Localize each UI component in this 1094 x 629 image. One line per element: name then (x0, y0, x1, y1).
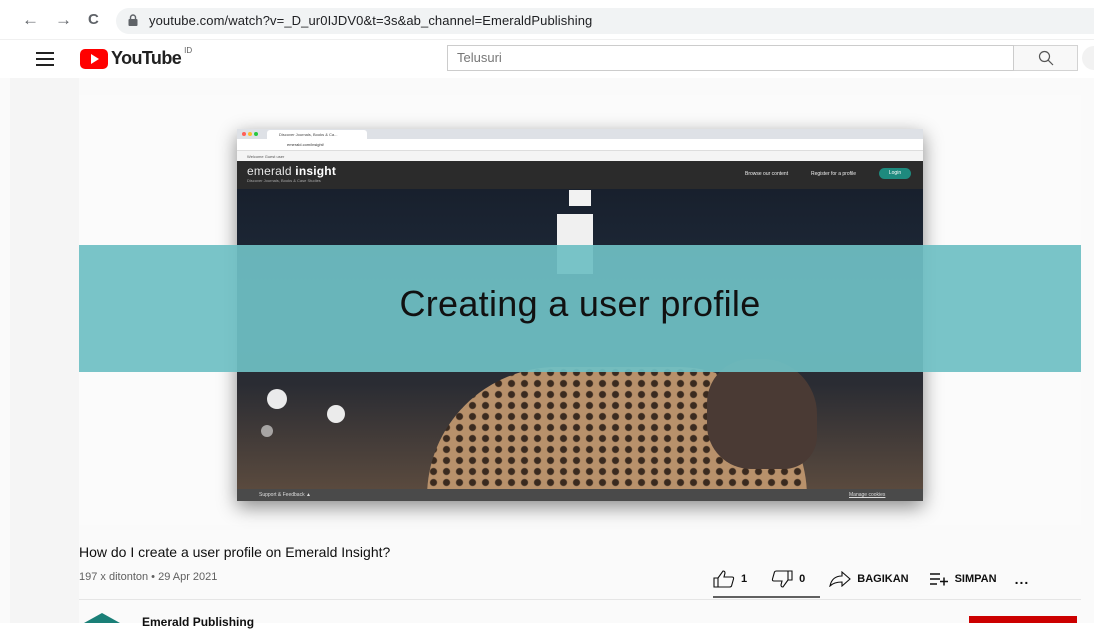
more-actions-button[interactable]: ... (1015, 571, 1030, 587)
banner-text: Creating a user profile (399, 283, 761, 324)
bokeh-light (327, 405, 345, 423)
voice-search-button[interactable] (1082, 46, 1094, 70)
lock-icon (128, 14, 138, 26)
play-logo-icon (80, 48, 108, 69)
thumbs-up-icon (713, 570, 735, 588)
inner-tab: Discover Journals, Books & Ca... (267, 130, 367, 139)
search-icon (1038, 50, 1054, 66)
dislike-button[interactable]: 0 (771, 570, 805, 588)
dislike-count: 0 (799, 573, 806, 585)
inner-support-link: Support & Feedback ▲ (259, 492, 311, 498)
share-label: BAGIKAN (857, 573, 909, 585)
section-divider (79, 599, 1081, 600)
inner-welcome-text: Welcome Guest user (237, 151, 923, 161)
youtube-header: YouTube ID Telusuri (0, 40, 1094, 78)
browser-toolbar: ← → C youtube.com/watch?v=_D_ur0IJDV0&t=… (0, 0, 1094, 40)
i-logo-dot (569, 190, 591, 206)
add-to-playlist-icon (929, 573, 948, 586)
action-bar: 1 0 BAGIKAN SIMPAN ... (713, 568, 1051, 590)
inner-site-nav: emerald insight Discover Journals, Books… (237, 161, 923, 189)
country-code: ID (184, 46, 193, 55)
channel-name[interactable]: Emerald Publishing (142, 615, 254, 629)
share-button[interactable]: BAGIKAN (829, 571, 909, 587)
inner-footer-bar: Support & Feedback ▲ Manage cookies (237, 489, 923, 501)
thumbs-down-icon (771, 570, 793, 588)
forward-arrow-icon[interactable]: → (55, 10, 72, 30)
inner-url: emerald.com/insight/ (287, 142, 324, 147)
like-ratio-bar (713, 596, 820, 598)
inner-login-button: Login (879, 168, 911, 179)
bokeh-light (261, 425, 273, 437)
reload-icon[interactable]: C (88, 10, 99, 30)
title-banner: Creating a user profile (79, 245, 1081, 372)
save-button[interactable]: SIMPAN (929, 572, 997, 586)
search-input[interactable]: Telusuri (447, 45, 1014, 71)
close-dot-icon (242, 132, 246, 136)
youtube-logo[interactable]: YouTube ID (80, 46, 193, 69)
inner-register-link: Register for a profile (811, 171, 857, 177)
bokeh-light (267, 389, 287, 409)
minimize-dot-icon (248, 132, 252, 136)
address-bar[interactable]: youtube.com/watch?v=_D_ur0IJDV0&t=3s&ab_… (116, 8, 1094, 34)
like-count: 1 (741, 573, 748, 585)
left-gutter (10, 78, 79, 623)
hood-figure (707, 359, 817, 469)
video-player[interactable]: Discover Journals, Books & Ca... emerald… (79, 95, 1081, 525)
inner-cookies-link: Manage cookies (849, 492, 886, 498)
like-button[interactable]: 1 (713, 570, 747, 588)
brand-tagline: Discover Journals, Books & Case Studies (247, 178, 321, 183)
url-text: youtube.com/watch?v=_D_ur0IJDV0&t=3s&ab_… (149, 13, 593, 28)
view-count-date: 197 x ditonton • 29 Apr 2021 (79, 571, 218, 583)
save-label: SIMPAN (954, 573, 997, 585)
logo-text: YouTube (111, 48, 182, 68)
search-button[interactable] (1014, 45, 1078, 71)
back-arrow-icon[interactable]: ← (22, 10, 39, 30)
subscribe-button[interactable] (969, 616, 1077, 623)
inner-tab-bar: Discover Journals, Books & Ca... (237, 129, 923, 139)
hamburger-menu-icon[interactable] (36, 52, 54, 66)
inner-address-bar: emerald.com/insight/ (237, 139, 923, 151)
inner-browse-link: Browse our content (745, 171, 789, 177)
video-title: How do I create a user profile on Emeral… (79, 544, 391, 560)
emerald-insight-logo: emerald insight (247, 164, 337, 178)
maximize-dot-icon (254, 132, 258, 136)
share-icon (829, 571, 852, 587)
